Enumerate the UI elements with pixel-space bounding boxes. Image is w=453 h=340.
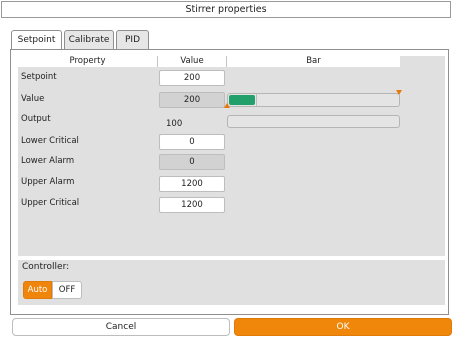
lower-limit-marker-icon bbox=[224, 103, 230, 108]
controller-auto-button[interactable]: Auto bbox=[23, 281, 52, 299]
value-bar-tick bbox=[256, 94, 257, 106]
cancel-button[interactable]: Cancel bbox=[12, 318, 230, 336]
row-label-output: Output bbox=[21, 114, 51, 124]
output-value: 100 bbox=[166, 119, 183, 129]
setpoint-input[interactable]: 200 bbox=[159, 70, 225, 86]
output-bar bbox=[227, 115, 400, 128]
lower-critical-input[interactable]: 0 bbox=[159, 134, 225, 150]
upper-alarm-input[interactable]: 1200 bbox=[159, 176, 225, 192]
column-header-bar: Bar bbox=[227, 56, 400, 67]
row-label-upper-alarm: Upper Alarm bbox=[21, 177, 75, 187]
controller-group: Controller: Auto OFF bbox=[18, 260, 445, 305]
upper-critical-input[interactable]: 1200 bbox=[159, 197, 225, 213]
column-header-value: Value bbox=[158, 56, 226, 67]
upper-limit-marker-icon bbox=[396, 90, 402, 95]
row-label-upper-critical: Upper Critical bbox=[21, 198, 80, 208]
tab-pid[interactable]: PID bbox=[116, 30, 149, 49]
property-table: Property Value Bar Setpoint 200 Value 20… bbox=[18, 56, 445, 256]
value-bar-fill bbox=[229, 95, 255, 105]
value-readout: 200 bbox=[159, 92, 225, 108]
row-label-setpoint: Setpoint bbox=[21, 72, 57, 82]
ok-button[interactable]: OK bbox=[234, 318, 452, 336]
tab-calibrate[interactable]: Calibrate bbox=[64, 30, 114, 49]
lower-alarm-readout: 0 bbox=[159, 154, 225, 170]
window-title: Stirrer properties bbox=[1, 1, 451, 18]
tab-setpoint[interactable]: Setpoint bbox=[11, 30, 62, 50]
row-label-value: Value bbox=[21, 94, 45, 104]
row-label-lower-alarm: Lower Alarm bbox=[21, 156, 75, 166]
controller-label: Controller: bbox=[22, 262, 70, 272]
value-bar bbox=[227, 93, 400, 107]
row-label-lower-critical: Lower Critical bbox=[21, 136, 79, 146]
column-header-property: Property bbox=[18, 56, 157, 67]
controller-off-button[interactable]: OFF bbox=[52, 281, 82, 299]
